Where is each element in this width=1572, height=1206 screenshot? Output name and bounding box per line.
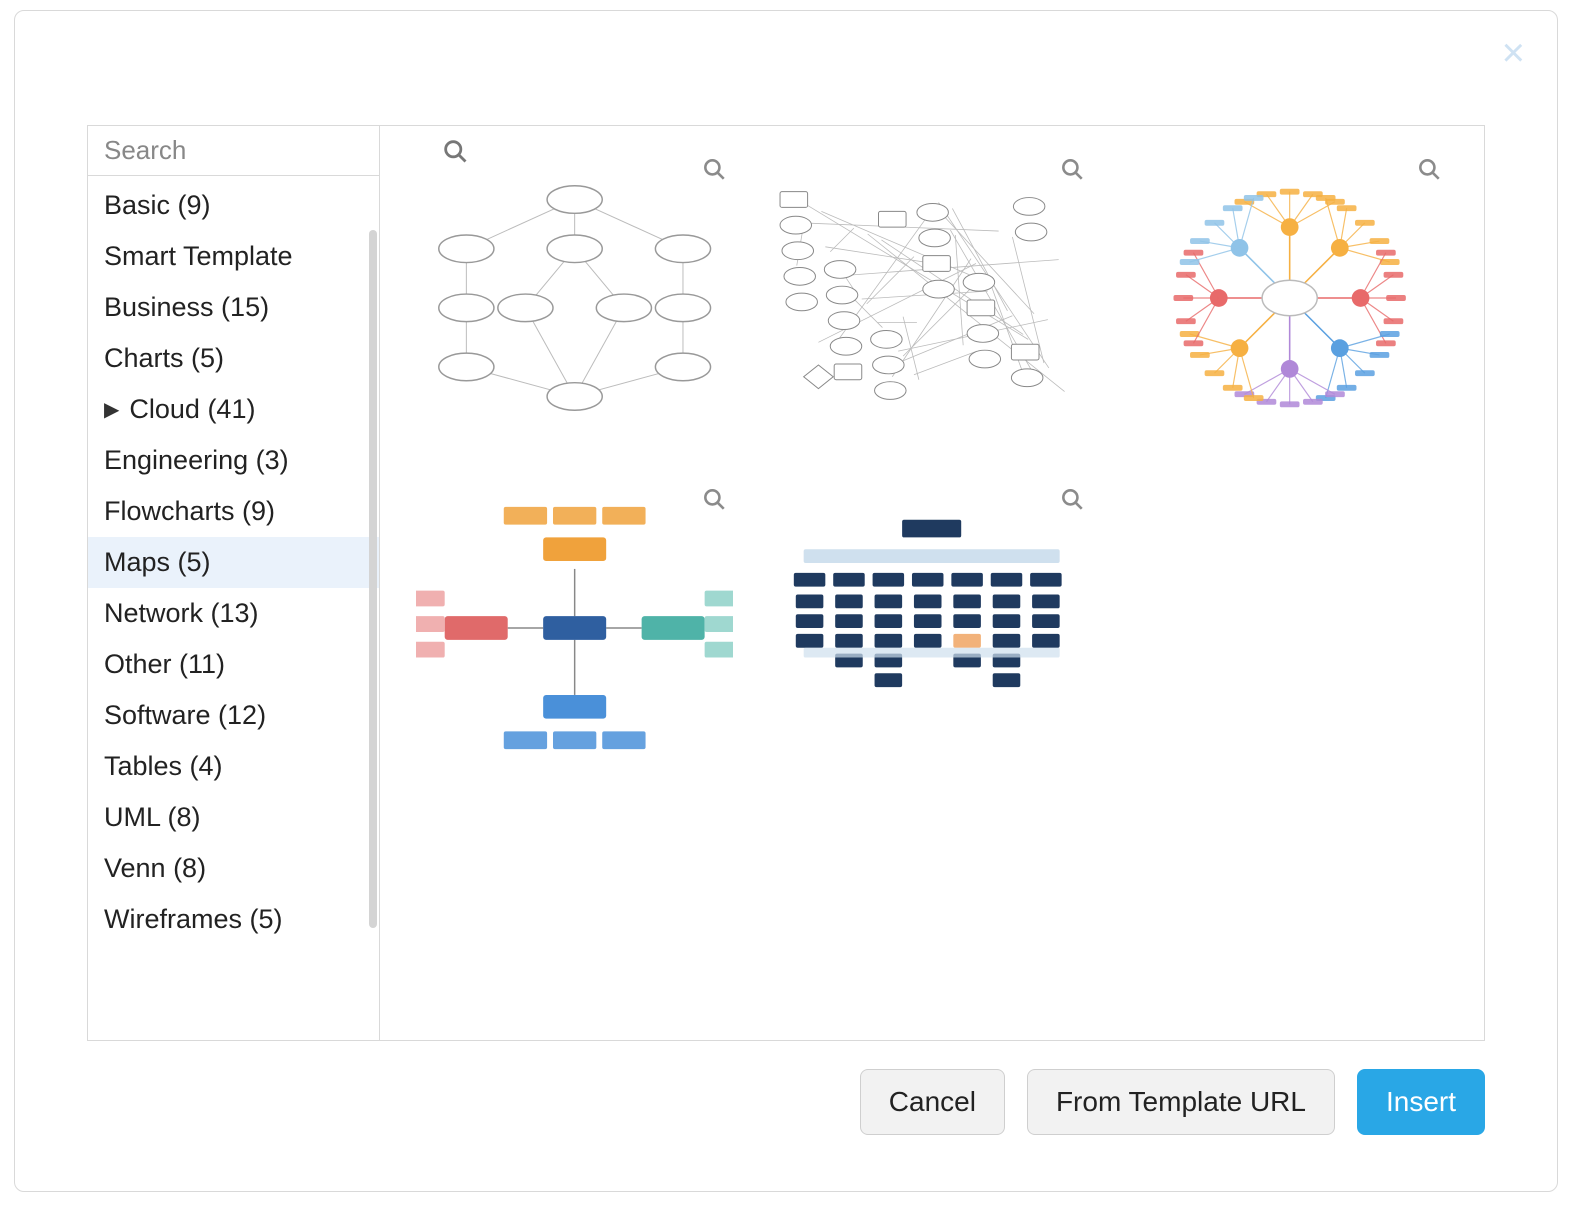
category-item[interactable]: Other (11)	[88, 639, 379, 690]
category-item[interactable]: Smart Template	[88, 231, 379, 282]
category-item[interactable]: Charts (5)	[88, 333, 379, 384]
category-label: Other (11)	[104, 649, 225, 680]
template-item[interactable]	[773, 486, 1090, 756]
category-label: Smart Template	[104, 241, 293, 272]
category-item[interactable]: Flowcharts (9)	[88, 486, 379, 537]
dialog-body: Basic (9) Smart Template Business (15) Char…	[87, 125, 1485, 1041]
category-sidebar: Basic (9) Smart Template Business (15) Char…	[88, 126, 380, 1040]
category-label: Software (12)	[104, 700, 266, 731]
template-item[interactable]	[416, 156, 733, 426]
template-thumbnail	[416, 170, 733, 426]
category-item[interactable]: Software (12)	[88, 690, 379, 741]
category-item[interactable]: Business (15)	[88, 282, 379, 333]
scrollbar-thumb[interactable]	[369, 230, 377, 928]
category-label: Cloud (41)	[129, 394, 255, 425]
category-scroll: Basic (9) Smart Template Business (15) Char…	[88, 176, 379, 1040]
category-item[interactable]: Maps (5)	[88, 537, 379, 588]
category-item[interactable]: ▶ Cloud (41)	[88, 384, 379, 435]
template-item[interactable]	[773, 156, 1090, 426]
search-row	[88, 126, 379, 176]
insert-button[interactable]: Insert	[1357, 1069, 1485, 1135]
template-grid	[416, 156, 1448, 756]
category-label: Wireframes (5)	[104, 904, 283, 935]
category-item[interactable]: Tables (4)	[88, 741, 379, 792]
category-label: UML (8)	[104, 802, 201, 833]
category-list: Basic (9) Smart Template Business (15) Char…	[88, 176, 379, 953]
category-item[interactable]: Wireframes (5)	[88, 894, 379, 945]
template-thumbnail	[773, 170, 1090, 426]
template-picker-dialog: × Basic (9) Smart Template Business (15) Ch…	[14, 10, 1558, 1192]
template-grid-area	[380, 126, 1484, 1040]
category-item[interactable]: Basic (9)	[88, 180, 379, 231]
template-thumbnail	[773, 500, 1090, 756]
category-label: Charts (5)	[104, 343, 224, 374]
category-label: Basic (9)	[104, 190, 211, 221]
category-item[interactable]: Network (13)	[88, 588, 379, 639]
dialog-footer: Cancel From Template URL Insert	[860, 1069, 1485, 1135]
template-thumbnail	[1131, 170, 1448, 426]
category-label: Venn (8)	[104, 853, 206, 884]
category-item[interactable]: UML (8)	[88, 792, 379, 843]
category-item[interactable]: Engineering (3)	[88, 435, 379, 486]
category-label: Tables (4)	[104, 751, 223, 782]
category-label: Engineering (3)	[104, 445, 289, 476]
close-button[interactable]: ×	[1502, 33, 1525, 73]
category-label: Network (13)	[104, 598, 259, 629]
template-thumbnail	[416, 500, 733, 756]
category-label: Flowcharts (9)	[104, 496, 275, 527]
category-label: Business (15)	[104, 292, 269, 323]
category-label: Maps (5)	[104, 547, 211, 578]
search-input[interactable]	[102, 134, 441, 167]
template-item[interactable]	[1131, 156, 1448, 426]
expand-caret-icon: ▶	[104, 397, 119, 422]
from-template-url-button[interactable]: From Template URL	[1027, 1069, 1335, 1135]
cancel-button[interactable]: Cancel	[860, 1069, 1005, 1135]
scrollbar[interactable]	[369, 230, 377, 1032]
category-item[interactable]: Venn (8)	[88, 843, 379, 894]
template-item[interactable]	[416, 486, 733, 756]
